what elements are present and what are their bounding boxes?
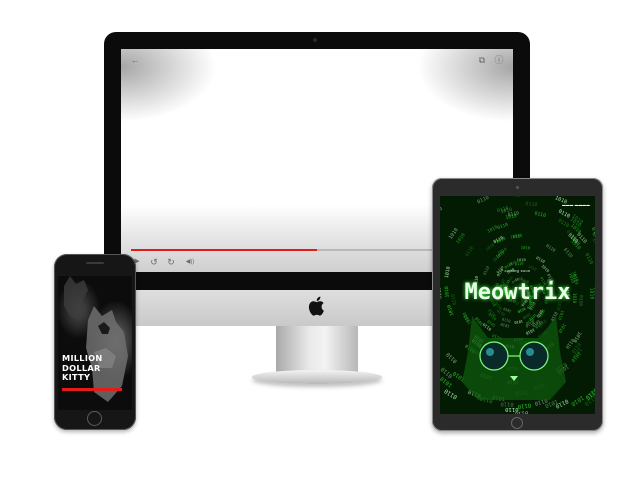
matrix-digit: 1010 (591, 237, 595, 251)
matrix-digit: 0110 (557, 218, 570, 229)
tablet-poster-studio-line: ▬▬▬ ▬▬▬▬ (562, 203, 590, 207)
matrix-digit: 0110 (497, 222, 509, 231)
desktop-stand-base (252, 370, 382, 384)
matrix-digit: 1010 (440, 205, 444, 220)
rewind-10-icon[interactable]: ↺ (148, 257, 160, 269)
matrix-digit: 0110 (534, 211, 547, 219)
matrix-digit: 0110 (505, 406, 518, 412)
apple-logo-icon (308, 296, 324, 316)
matrix-digit: 0110 (594, 254, 595, 268)
desktop-stand (276, 326, 358, 372)
matrix-digit: 0110 (583, 252, 594, 265)
matrix-digit: 1010 (510, 233, 521, 240)
phone-home-button[interactable] (87, 411, 102, 426)
matrix-digit: 0110 (562, 247, 574, 259)
tablet-home-button[interactable] (511, 417, 523, 429)
phone-poster-title: MILLION DOLLAR KITTY (62, 353, 103, 382)
progress-bar-fill (131, 249, 317, 251)
matrix-digit: 0110 (525, 201, 538, 208)
matrix-digit: 0110 (514, 196, 527, 198)
volume-icon[interactable]: ◀)) (182, 257, 198, 269)
cast-icon[interactable]: ⧉ (476, 55, 488, 67)
forward-10-icon[interactable]: ↻ (165, 257, 177, 269)
matrix-digit: 0110 (464, 245, 475, 258)
matrix-digit: 0110 (476, 196, 490, 206)
matrix-digit: 0110 (545, 243, 557, 253)
tablet-camera (516, 186, 519, 189)
matrix-digit: 1010 (521, 245, 532, 251)
tablet-poster-tagline: coming soon (504, 268, 531, 273)
desktop-camera (313, 38, 317, 42)
matrix-digit: 1010 (495, 235, 507, 244)
phone-poster-subtitle-line (62, 388, 122, 391)
phone-speaker (86, 262, 104, 264)
back-arrow-icon[interactable]: ← (129, 55, 141, 67)
cat-with-sunglasses-image (462, 316, 566, 400)
tablet-poster-title: Meowtrix (464, 280, 571, 305)
matrix-digit: 0110 (515, 261, 524, 266)
info-icon[interactable]: ⓘ (493, 55, 505, 67)
